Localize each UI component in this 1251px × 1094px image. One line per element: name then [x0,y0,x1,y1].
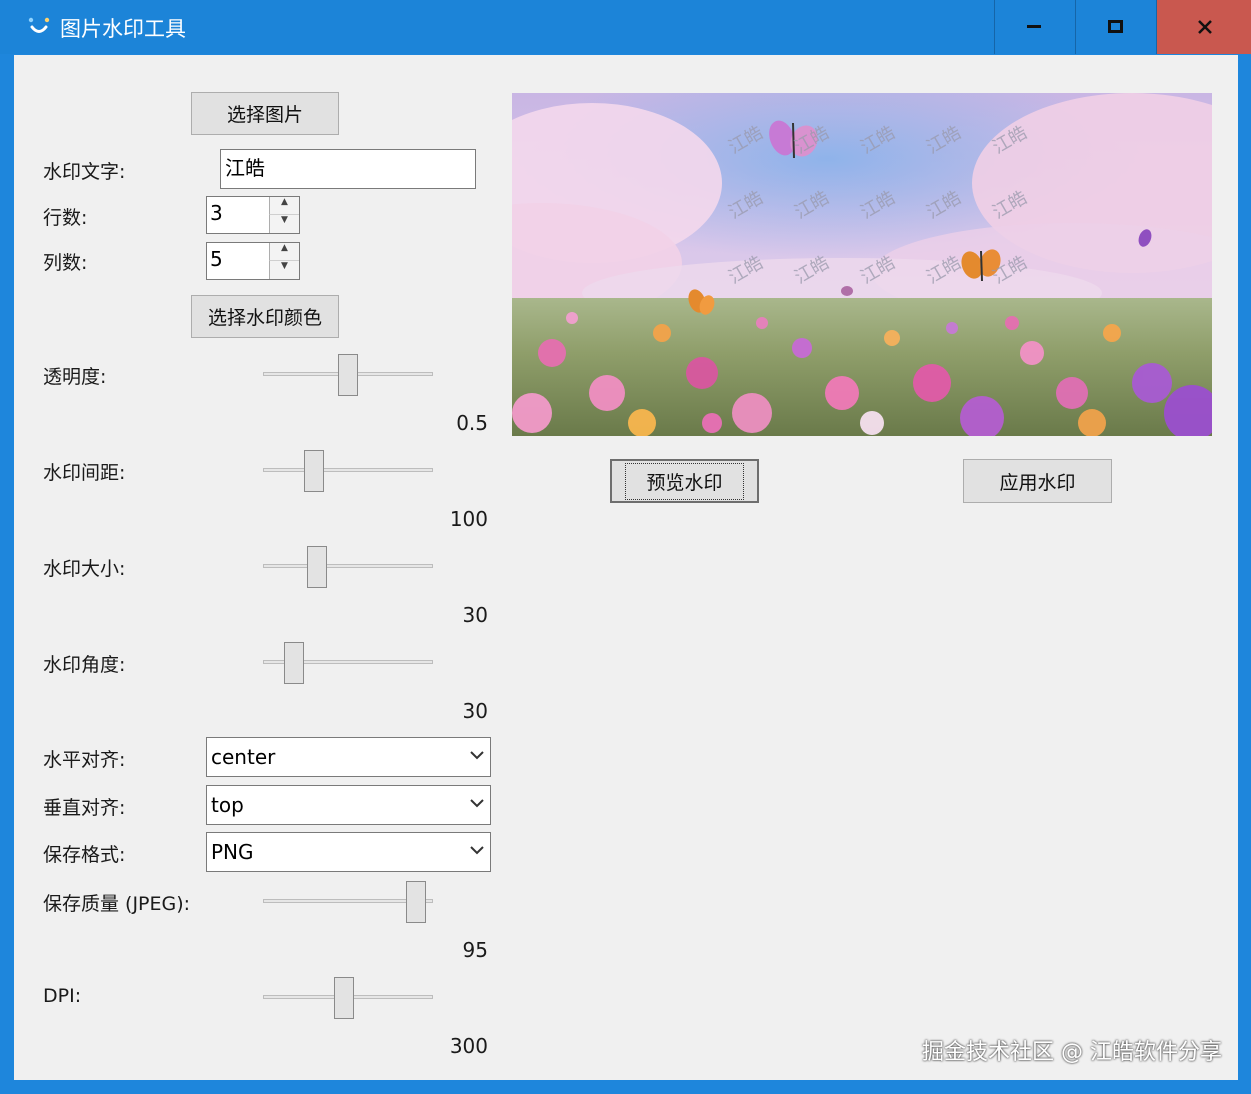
size-value: 30 [462,603,488,627]
size-slider-track [263,564,433,568]
dpi-label: DPI: [43,985,82,1007]
h-align-value: center [211,745,276,769]
chevron-down-icon [470,799,484,808]
spacing-slider-track [263,468,433,472]
rows-value: 3 [210,201,223,225]
h-align-select[interactable]: center [206,737,491,777]
quality-slider-thumb[interactable] [406,881,426,923]
chevron-down-icon [470,846,484,855]
rows-label: 行数: [43,207,88,229]
opacity-slider-thumb[interactable] [338,354,358,396]
minimize-icon [1027,25,1041,28]
quality-slider[interactable] [263,881,433,923]
minimize-button[interactable] [994,0,1075,54]
spacing-slider-thumb[interactable] [304,450,324,492]
v-align-label: 垂直对齐: [43,797,126,819]
maximize-icon [1108,20,1123,33]
butterfly-icon [841,286,853,296]
title-bar[interactable]: 图片水印工具 [0,0,1251,54]
angle-value: 30 [462,699,488,723]
dpi-slider[interactable] [263,977,433,1019]
v-align-value: top [211,793,244,817]
app-window: 图片水印工具 选择图片 水印文字: 江皓 行数: 3 ▲ ▼ 列数: 5 ▲ ▼… [0,0,1251,1094]
apply-watermark-button[interactable]: 应用水印 [963,459,1112,503]
cols-spinbox[interactable]: 5 ▲ ▼ [206,242,300,280]
opacity-label: 透明度: [43,366,107,388]
watermark-text-label: 水印文字: [43,161,126,183]
cols-value: 5 [210,247,223,271]
watermark-text-input[interactable]: 江皓 [220,149,476,189]
size-slider-thumb[interactable] [307,546,327,588]
chevron-down-icon [470,751,484,760]
flower-field-butterflies-image: 江皓 江皓 江皓 江皓 江皓 江皓 江皓 江皓 江皓 江皓 江皓 江皓 江皓 江… [512,93,1212,436]
dpi-slider-thumb[interactable] [334,977,354,1019]
spacing-value: 100 [449,507,488,531]
quality-label: 保存质量 (JPEG): [43,893,191,915]
spacing-slider[interactable] [263,450,433,492]
angle-slider-thumb[interactable] [284,642,304,684]
select-image-label: 选择图片 [226,104,303,126]
opacity-slider[interactable] [263,354,433,396]
cols-down-arrow-icon[interactable]: ▼ [269,261,299,279]
format-label: 保存格式: [43,844,126,866]
maximize-button[interactable] [1075,0,1156,54]
dpi-value: 300 [449,1034,488,1058]
format-select[interactable]: PNG [206,832,491,872]
size-slider[interactable] [263,546,433,588]
rows-down-arrow-icon[interactable]: ▼ [269,215,299,233]
quality-value: 95 [462,938,488,962]
angle-slider[interactable] [263,642,433,684]
opacity-value: 0.5 [456,411,488,435]
window-title: 图片水印工具 [60,17,186,41]
preview-watermark-button[interactable]: 预览水印 [610,459,759,503]
format-value: PNG [211,840,254,864]
preview-watermark-label: 预览水印 [625,462,744,500]
rows-spinbox[interactable]: 3 ▲ ▼ [206,196,300,234]
rows-up-arrow-icon[interactable]: ▲ [269,197,299,215]
select-color-button[interactable]: 选择水印颜色 [191,295,339,338]
footer-credit: 掘金技术社区 @ 江皓软件分享 [922,1040,1222,1065]
cols-up-arrow-icon[interactable]: ▲ [269,243,299,261]
angle-label: 水印角度: [43,654,126,676]
v-align-select[interactable]: top [206,785,491,825]
watermark-text-value: 江皓 [225,156,265,180]
preview-image: 江皓 江皓 江皓 江皓 江皓 江皓 江皓 江皓 江皓 江皓 江皓 江皓 江皓 江… [512,93,1212,436]
select-color-label: 选择水印颜色 [207,307,322,329]
cols-label: 列数: [43,252,88,274]
spacing-label: 水印间距: [43,462,126,484]
apply-watermark-label: 应用水印 [999,471,1076,494]
close-button[interactable] [1156,0,1251,54]
select-image-button[interactable]: 选择图片 [191,92,339,135]
size-label: 水印大小: [43,558,126,580]
close-icon [1197,20,1212,34]
client-area: 选择图片 水印文字: 江皓 行数: 3 ▲ ▼ 列数: 5 ▲ ▼ 选择水印颜色… [14,55,1238,1080]
h-align-label: 水平对齐: [43,749,126,771]
app-icon [28,17,50,33]
